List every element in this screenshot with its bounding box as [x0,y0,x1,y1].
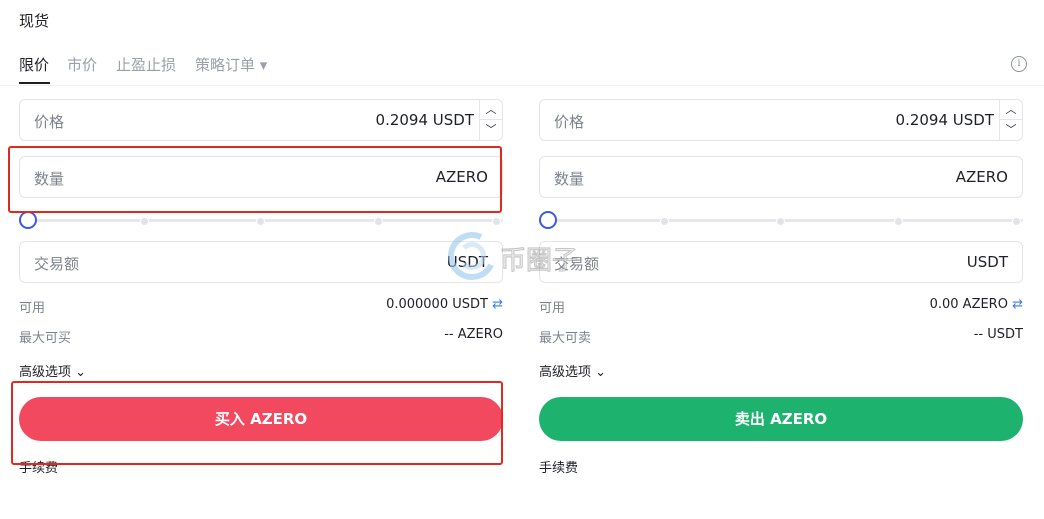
sell-max-value: -- USDT [973,327,1023,342]
buy-price-label: 价格 [34,113,65,131]
slider-step-100[interactable] [492,217,501,226]
buy-max-value: -- AZERO [444,327,503,342]
active-tab-underline [19,82,50,84]
sell-price-stepper[interactable]: ︿ ﹀ [999,100,1022,140]
sell-price-value[interactable]: 0.2094 USDT [896,111,994,129]
tabs-divider [0,85,1044,86]
slider-track[interactable] [27,219,503,222]
slider-step-100[interactable] [1012,217,1021,226]
sell-available-amount: 0.00 AZERO [929,297,1008,312]
buy-price-field[interactable]: 价格 0.2094 USDT ︿ ﹀ [19,99,503,141]
sell-quantity-label: 数量 [554,170,585,188]
tab-market[interactable]: 市价 [67,54,97,75]
buy-total-label: 交易额 [34,255,80,273]
slider-track[interactable] [547,219,1023,222]
sell-price-label: 价格 [554,113,585,131]
buy-available-label: 可用 [19,301,46,316]
sell-total-unit: USDT [966,253,1008,271]
slider-step-25[interactable] [660,217,669,226]
chevron-down-icon[interactable]: ﹀ [1000,120,1022,140]
chevron-down-icon: ⌄ [595,365,607,380]
sell-fee-label[interactable]: 手续费 [539,457,578,476]
sell-available-label: 可用 [539,301,566,316]
info-icon[interactable]: i [1011,56,1027,72]
slider-step-50[interactable] [256,217,265,226]
swap-icon[interactable]: ⇄ [492,297,503,312]
sell-button[interactable]: 卖出 AZERO [539,397,1023,441]
slider-step-50[interactable] [776,217,785,226]
tab-limit[interactable]: 限价 [19,54,49,75]
watermark: 币圈子 [441,225,598,287]
slider-step-25[interactable] [140,217,149,226]
sell-total-field[interactable]: 交易额 USDT [539,241,1023,283]
slider-step-75[interactable] [374,217,383,226]
slider-step-75[interactable] [894,217,903,226]
buy-total-field[interactable]: 交易额 USDT [19,241,503,283]
buy-max-label: 最大可买 [19,331,72,346]
sell-advanced-options[interactable]: 高级选项 ⌄ [539,361,606,380]
sell-max-label: 最大可卖 [539,331,592,346]
buy-advanced-options[interactable]: 高级选项 ⌄ [19,361,86,380]
slider-handle[interactable] [19,211,37,229]
sell-amount-slider[interactable] [539,211,1023,229]
chevron-up-icon[interactable]: ︿ [480,100,502,120]
chevron-up-icon[interactable]: ︿ [1000,100,1022,120]
sell-available-value: 0.00 AZERO ⇄ [930,297,1023,312]
sell-quantity-unit: AZERO [955,168,1008,186]
tab-strategy-order[interactable]: 策略订单 ▾ [195,54,267,75]
buy-amount-slider[interactable] [19,211,503,229]
watermark-text: 币圈子 [499,245,579,276]
slider-handle[interactable] [539,211,557,229]
watermark-logo-inner [458,242,486,270]
buy-available-amount: 0.000000 USDT [386,297,488,312]
buy-price-stepper[interactable]: ︿ ﹀ [479,100,502,140]
chevron-down-icon: ⌄ [75,365,87,380]
annotation-highlight-quantity [8,146,502,213]
chevron-down-icon[interactable]: ﹀ [480,120,502,140]
buy-available-value: 0.000000 USDT ⇄ [386,297,503,312]
buy-price-value[interactable]: 0.2094 USDT [376,111,474,129]
advanced-options-label: 高级选项 [539,365,592,380]
page-title: 现货 [19,12,50,30]
tab-tp-sl[interactable]: 止盈止损 [116,54,176,75]
sell-price-field[interactable]: 价格 0.2094 USDT ︿ ﹀ [539,99,1023,141]
advanced-options-label: 高级选项 [19,365,72,380]
sell-quantity-field[interactable]: 数量 AZERO [539,156,1023,198]
swap-icon[interactable]: ⇄ [1012,297,1023,312]
annotation-highlight-buy [11,381,503,465]
